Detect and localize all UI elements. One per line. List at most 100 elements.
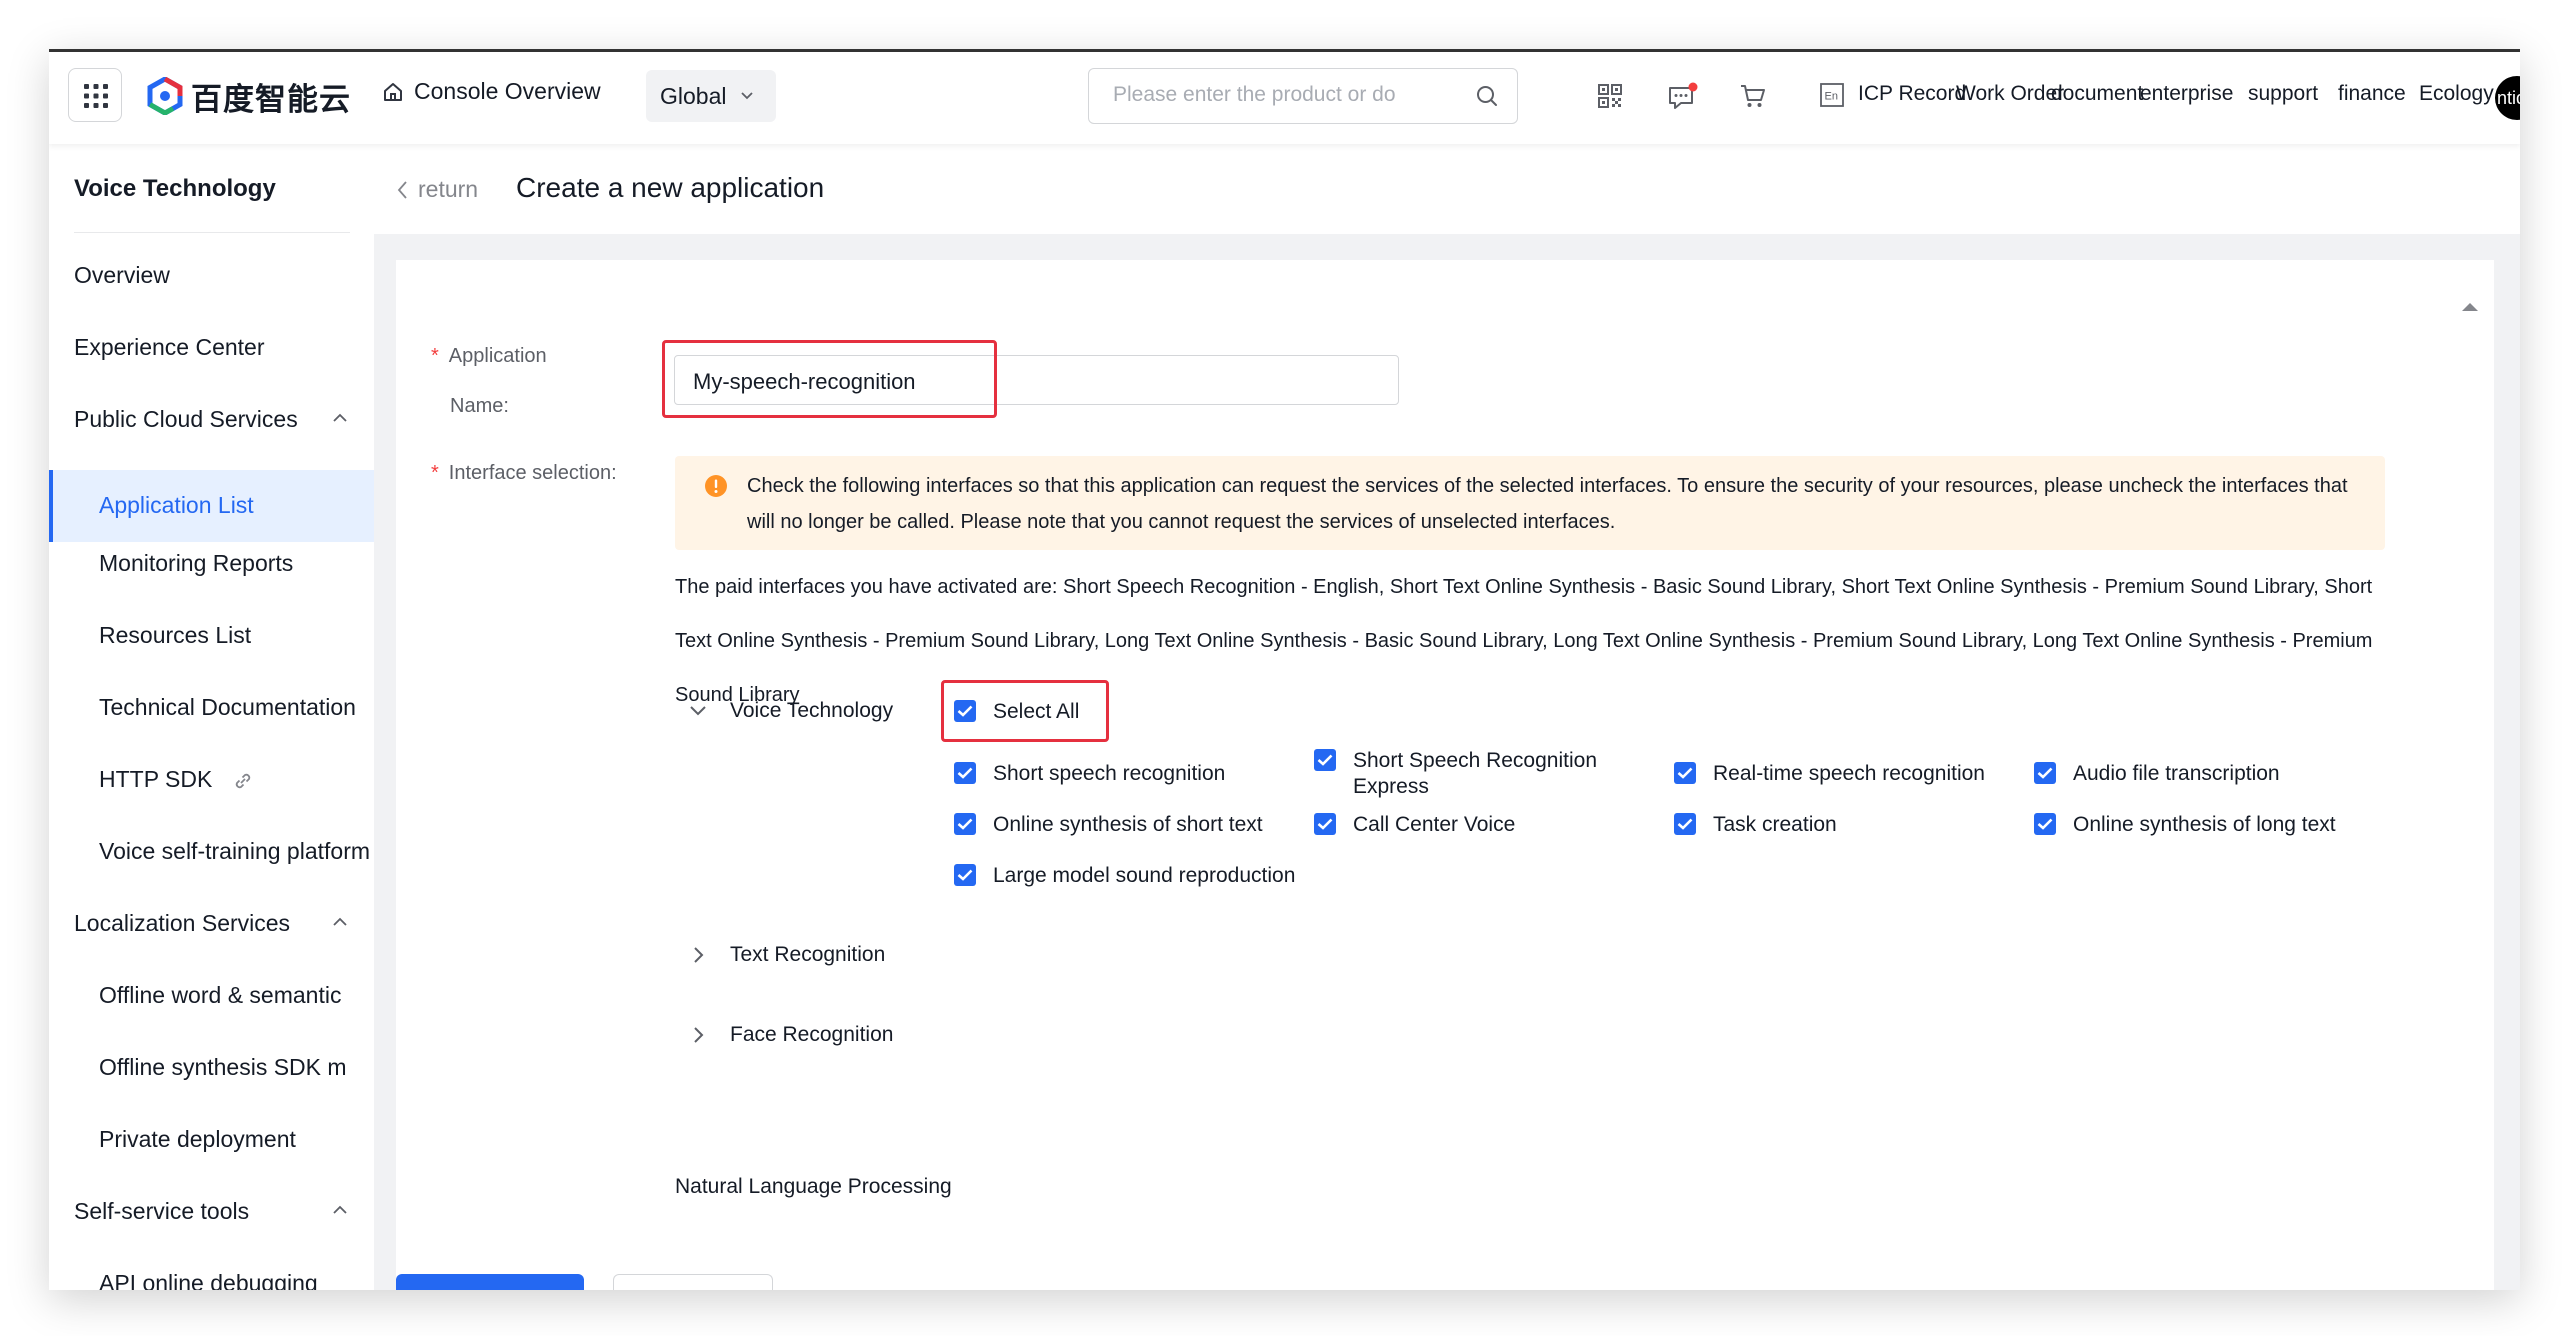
region-value: Global	[660, 82, 727, 109]
checkbox-checked-icon	[1674, 762, 1696, 784]
sidebar-group-public-cloud[interactable]: Public Cloud Services	[49, 398, 374, 442]
face-recognition-group-toggle[interactable]: Face Recognition	[688, 1023, 893, 1047]
sidebar-item-experience-center[interactable]: Experience Center	[49, 326, 374, 370]
user-avatar[interactable]: ntiq	[2495, 76, 2520, 120]
work-order-link[interactable]: Work Order	[1956, 82, 2064, 106]
search-input[interactable]	[1111, 82, 1445, 108]
sidebar-item-private-deployment[interactable]: Private deployment	[49, 1118, 374, 1162]
sidebar-item-http-sdk[interactable]: HTTP SDK	[49, 758, 374, 802]
sidebar-item-voice-self-training[interactable]: Voice self-training platform	[49, 830, 374, 874]
region-selector[interactable]: Global	[646, 70, 776, 122]
interface-checkbox[interactable]: Online synthesis of long text	[2034, 812, 2336, 838]
checkbox-checked-icon	[1314, 749, 1336, 771]
document-link[interactable]: document	[2051, 82, 2143, 106]
svg-text:En: En	[1825, 91, 1838, 103]
checkbox-checked-icon	[954, 813, 976, 835]
back-label: return	[418, 176, 479, 202]
interface-checkbox[interactable]: Short speech recognition	[954, 761, 1225, 787]
interface-selection-label-text: Interface selection:	[448, 462, 617, 484]
app-window: 百度智能云 Console Overview Global Please ent…	[49, 49, 2520, 1290]
app-name-label: * Application	[431, 331, 547, 381]
interface-label: Short speech recognition	[993, 762, 1226, 785]
interface-checkbox[interactable]: Online synthesis of short text	[954, 812, 1263, 838]
interface-checkbox[interactable]: Short Speech Recognition Express	[1314, 748, 1614, 800]
sidebar-group-label: Self-service tools	[74, 1198, 250, 1224]
scroll-up-arrow-icon[interactable]	[2460, 300, 2480, 312]
sidebar-group-localization[interactable]: Localization Services	[49, 902, 374, 946]
sidebar-item-monitoring-reports[interactable]: Monitoring Reports	[49, 542, 374, 586]
checkbox-checked-icon	[1674, 813, 1696, 835]
brand-logo[interactable]: 百度智能云	[147, 76, 351, 117]
select-all-label: Select All	[993, 700, 1080, 723]
message-icon[interactable]	[1667, 82, 1699, 112]
finance-link[interactable]: finance	[2338, 82, 2406, 106]
paid-interfaces-text: The paid interfaces you have activated a…	[675, 576, 2373, 706]
sidebar-item-resources-list[interactable]: Resources List	[49, 614, 374, 658]
sidebar-item-offline-word-semantic[interactable]: Offline word & semantic	[49, 974, 374, 1018]
page-header: return Create a new application	[374, 144, 2520, 234]
icp-record-link[interactable]: ICP Record	[1858, 82, 1966, 106]
product-menu-button[interactable]	[68, 68, 122, 122]
voice-technology-group-toggle[interactable]: Voice Technology	[688, 699, 893, 723]
chevron-right-icon	[694, 947, 704, 963]
chevron-down-icon	[690, 706, 706, 716]
checkbox-checked-icon	[2034, 762, 2056, 784]
sidebar-item-label: HTTP SDK	[99, 766, 213, 792]
interface-checkbox[interactable]: Real-time speech recognition	[1674, 761, 1985, 787]
interface-label: Short Speech Recognition Express	[1353, 749, 1597, 798]
back-link[interactable]: return	[396, 176, 478, 203]
external-link-icon	[235, 773, 250, 789]
app-name-input[interactable]	[691, 368, 1375, 396]
confirm-button[interactable]	[396, 1274, 584, 1290]
interface-notice: Check the following interfaces so that t…	[675, 456, 2385, 550]
cart-icon[interactable]	[1739, 82, 1767, 110]
enterprise-link[interactable]: enterprise	[2140, 82, 2233, 106]
sidebar-item-overview[interactable]: Overview	[49, 254, 374, 298]
interface-label: Audio file transcription	[2073, 762, 2280, 785]
chevron-down-icon	[741, 92, 754, 100]
app-name-label-line1: Application	[448, 345, 547, 367]
sidebar: Voice Technology Overview Experience Cen…	[49, 144, 374, 1290]
top-navigation-bar: 百度智能云 Console Overview Global Please ent…	[49, 52, 2520, 144]
support-link[interactable]: support	[2248, 82, 2318, 106]
language-icon[interactable]: En	[1819, 82, 1845, 108]
notice-text: Check the following interfaces so that t…	[747, 475, 2348, 533]
interface-checkbox[interactable]: Call Center Voice	[1314, 812, 1515, 838]
home-icon	[384, 82, 402, 101]
brand-name: 百度智能云	[191, 81, 351, 117]
cancel-button[interactable]	[613, 1274, 773, 1290]
app-name-field	[674, 355, 1399, 405]
interface-label: Call Center Voice	[1353, 813, 1516, 836]
chevron-up-icon	[333, 917, 347, 926]
create-application-form: * Application Name: * Interface selection:…	[396, 260, 2494, 1290]
checkbox-checked-icon	[954, 700, 976, 722]
sidebar-title: Voice Technology	[74, 175, 276, 202]
sidebar-item-technical-documentation[interactable]: Technical Documentation	[49, 686, 374, 730]
page-title: Create a new application	[516, 172, 825, 203]
checkbox-checked-icon	[1314, 813, 1336, 835]
console-overview-link[interactable]: Console Overview	[382, 78, 601, 105]
checkbox-checked-icon	[2034, 813, 2056, 835]
search-icon[interactable]	[1475, 84, 1499, 108]
chevron-up-icon	[333, 1205, 347, 1214]
sidebar-item-api-online-debugging[interactable]: API online debugging	[49, 1262, 374, 1290]
face-recognition-group-label: Face Recognition	[730, 1023, 894, 1046]
select-all-checkbox[interactable]: Select All	[954, 699, 1079, 725]
console-overview-label: Console Overview	[414, 78, 601, 104]
text-recognition-group-toggle[interactable]: Text Recognition	[688, 943, 885, 967]
sidebar-item-application-list[interactable]: Application List	[49, 470, 374, 542]
sidebar-group-self-service[interactable]: Self-service tools	[49, 1190, 374, 1234]
warning-icon	[705, 475, 727, 497]
checkbox-checked-icon	[954, 864, 976, 886]
interface-checkbox[interactable]: Task creation	[1674, 812, 1837, 838]
qr-code-icon[interactable]	[1596, 82, 1624, 110]
sidebar-item-offline-synthesis-sdk[interactable]: Offline synthesis SDK m	[49, 1046, 374, 1090]
interface-label: Online synthesis of long text	[2073, 813, 2336, 836]
required-mark: *	[431, 462, 439, 484]
main-content: return Create a new application * Applica…	[374, 144, 2520, 1290]
chevron-right-icon	[694, 1027, 704, 1043]
interface-checkbox[interactable]: Large model sound reproduction	[954, 863, 1295, 889]
checkbox-checked-icon	[954, 762, 976, 784]
interface-checkbox[interactable]: Audio file transcription	[2034, 761, 2280, 787]
ecology-link[interactable]: Ecology	[2419, 82, 2494, 106]
